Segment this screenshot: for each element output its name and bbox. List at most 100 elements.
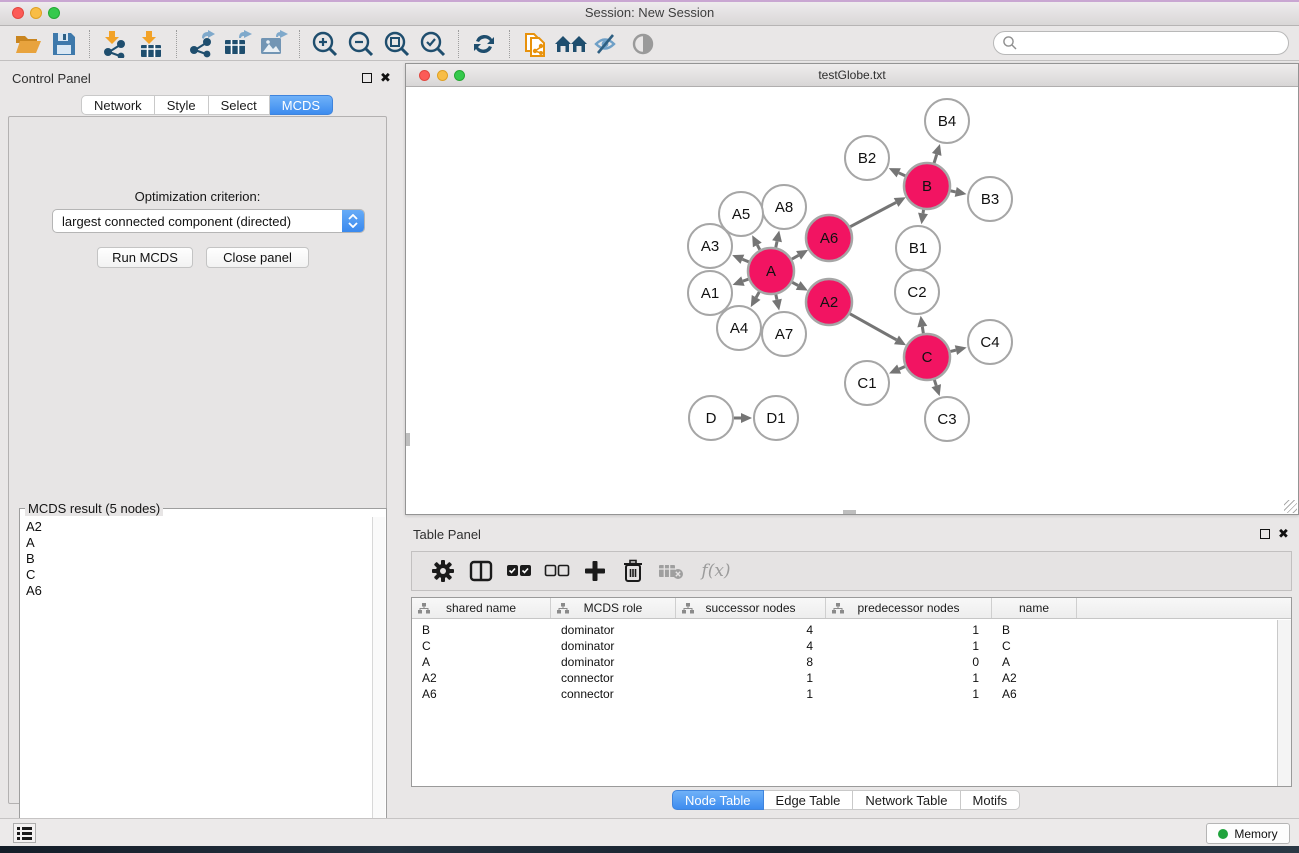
graph-edge-C-C4[interactable] bbox=[949, 345, 966, 355]
graph-node-C3[interactable]: C3 bbox=[925, 397, 969, 441]
graph-node-A2[interactable]: A2 bbox=[806, 279, 852, 325]
tab-select[interactable]: Select bbox=[209, 95, 270, 115]
tab-style[interactable]: Style bbox=[155, 95, 209, 115]
graph-edge-C-C1[interactable] bbox=[889, 364, 906, 373]
tab-edge-table[interactable]: Edge Table bbox=[764, 790, 854, 810]
float-table-panel-icon[interactable] bbox=[1260, 529, 1270, 539]
resize-grip-icon[interactable] bbox=[1284, 500, 1297, 513]
zoom-out-icon[interactable] bbox=[343, 29, 379, 59]
graph-edge-C-C2[interactable] bbox=[917, 316, 927, 335]
graph-node-B2[interactable]: B2 bbox=[845, 136, 889, 180]
cell-successor-nodes[interactable]: 4 bbox=[676, 639, 826, 653]
graph-node-A[interactable]: A bbox=[748, 248, 794, 294]
cell-shared-name[interactable]: A bbox=[412, 655, 551, 669]
graph-node-D1[interactable]: D1 bbox=[754, 396, 798, 440]
table-row[interactable]: A6connector11A6 bbox=[412, 686, 1277, 702]
graph-edge-A6-B[interactable] bbox=[849, 197, 905, 227]
zoom-selected-icon[interactable] bbox=[415, 29, 451, 59]
network-canvas[interactable]: B4B2BB3A8A5A6A3B1AC2A1A2A4A7C4CC1DD1C3 bbox=[406, 88, 1298, 514]
graph-edge-B-B4[interactable] bbox=[932, 144, 942, 164]
graph-edge-B-B1[interactable] bbox=[918, 209, 928, 224]
graph-node-D[interactable]: D bbox=[689, 396, 733, 440]
graph-node-C4[interactable]: C4 bbox=[968, 320, 1012, 364]
cell-name[interactable]: A bbox=[992, 655, 1077, 669]
graph-node-B3[interactable]: B3 bbox=[968, 177, 1012, 221]
result-list-item[interactable]: A2 bbox=[26, 519, 372, 535]
table-row[interactable]: Cdominator41C bbox=[412, 638, 1277, 654]
cell-predecessor-nodes[interactable]: 1 bbox=[826, 639, 992, 653]
graph-node-A7[interactable]: A7 bbox=[762, 312, 806, 356]
graph-node-A3[interactable]: A3 bbox=[688, 224, 732, 268]
table-settings-gear-icon[interactable] bbox=[424, 554, 462, 588]
export-image-icon[interactable] bbox=[256, 29, 292, 59]
cell-predecessor-nodes[interactable]: 0 bbox=[826, 655, 992, 669]
graph-edge-C-C3[interactable] bbox=[931, 379, 941, 396]
graph-edge-A-A3[interactable] bbox=[732, 255, 750, 264]
result-list-item[interactable]: A6 bbox=[26, 583, 372, 599]
cell-predecessor-nodes[interactable]: 1 bbox=[826, 687, 992, 701]
tab-node-table[interactable]: Node Table bbox=[672, 790, 764, 810]
cell-name[interactable]: A6 bbox=[992, 687, 1077, 701]
graph-edge-A-A7[interactable] bbox=[772, 294, 782, 311]
search-input[interactable] bbox=[993, 31, 1289, 55]
import-network-icon[interactable] bbox=[97, 29, 133, 59]
open-session-icon[interactable] bbox=[10, 29, 46, 59]
graph-edge-A-A2[interactable] bbox=[791, 281, 808, 291]
graph-node-B[interactable]: B bbox=[904, 163, 950, 209]
graph-node-C[interactable]: C bbox=[904, 334, 950, 380]
table-row[interactable]: A2connector11A2 bbox=[412, 670, 1277, 686]
cell-predecessor-nodes[interactable]: 1 bbox=[826, 671, 992, 685]
cell-predecessor-nodes[interactable]: 1 bbox=[826, 623, 992, 637]
table-row[interactable]: Adominator80A bbox=[412, 654, 1277, 670]
cell-mcds-role[interactable]: dominator bbox=[551, 623, 676, 637]
graph-node-B4[interactable]: B4 bbox=[925, 99, 969, 143]
graph-edge-B-B3[interactable] bbox=[950, 187, 967, 197]
duplicate-network-icon[interactable] bbox=[517, 29, 553, 59]
column-header-name[interactable]: name bbox=[992, 598, 1077, 618]
cell-shared-name[interactable]: A6 bbox=[412, 687, 551, 701]
tab-mcds[interactable]: MCDS bbox=[270, 95, 333, 115]
cell-successor-nodes[interactable]: 8 bbox=[676, 655, 826, 669]
result-list-item[interactable]: B bbox=[26, 551, 372, 567]
tab-network[interactable]: Network bbox=[81, 95, 155, 115]
memory-button[interactable]: Memory bbox=[1206, 823, 1290, 844]
graph-edge-A-A5[interactable] bbox=[752, 235, 762, 250]
vertical-scroll-nub[interactable] bbox=[406, 433, 410, 446]
graph-edge-A-A8[interactable] bbox=[772, 231, 782, 249]
save-session-icon[interactable] bbox=[46, 29, 82, 59]
homes-icon[interactable] bbox=[553, 29, 589, 59]
graph-node-C2[interactable]: C2 bbox=[895, 270, 939, 314]
zoom-in-icon[interactable] bbox=[307, 29, 343, 59]
graph-node-A1[interactable]: A1 bbox=[688, 271, 732, 315]
graph-edge-B-B2[interactable] bbox=[889, 168, 906, 177]
cell-mcds-role[interactable]: connector bbox=[551, 687, 676, 701]
graph-node-B1[interactable]: B1 bbox=[896, 226, 940, 270]
table-row[interactable]: Bdominator41B bbox=[412, 622, 1277, 638]
cell-mcds-role[interactable]: connector bbox=[551, 671, 676, 685]
cell-mcds-role[interactable]: dominator bbox=[551, 655, 676, 669]
tab-motifs[interactable]: Motifs bbox=[961, 790, 1021, 810]
table-scrollbar[interactable] bbox=[1277, 620, 1291, 786]
graph-edge-A-A1[interactable] bbox=[733, 276, 750, 285]
graph-edge-A-A4[interactable] bbox=[751, 291, 761, 307]
close-panel-button[interactable]: Close panel bbox=[206, 247, 309, 268]
show-column-panel-icon[interactable] bbox=[462, 554, 500, 588]
graph-node-A8[interactable]: A8 bbox=[762, 185, 806, 229]
result-list-scrollbar[interactable] bbox=[372, 517, 385, 851]
graph-node-A6[interactable]: A6 bbox=[806, 215, 852, 261]
column-header-mcds-role[interactable]: MCDS role bbox=[551, 598, 676, 618]
cell-name[interactable]: A2 bbox=[992, 671, 1077, 685]
graph-edge-A-A6[interactable] bbox=[791, 250, 808, 260]
import-table-icon[interactable] bbox=[133, 29, 169, 59]
result-list-item[interactable]: C bbox=[26, 567, 372, 583]
cell-successor-nodes[interactable]: 4 bbox=[676, 623, 826, 637]
graph-node-A4[interactable]: A4 bbox=[717, 306, 761, 350]
refresh-icon[interactable] bbox=[466, 29, 502, 59]
horizontal-scroll-nub[interactable] bbox=[843, 510, 856, 514]
column-header-shared-name[interactable]: shared name bbox=[412, 598, 551, 618]
cell-name[interactable]: B bbox=[992, 623, 1077, 637]
tab-network-table[interactable]: Network Table bbox=[853, 790, 960, 810]
cell-name[interactable]: C bbox=[992, 639, 1077, 653]
mcds-result-list[interactable]: A2ABCA6 bbox=[21, 517, 372, 851]
graph-edge-D-D1[interactable] bbox=[734, 413, 752, 423]
